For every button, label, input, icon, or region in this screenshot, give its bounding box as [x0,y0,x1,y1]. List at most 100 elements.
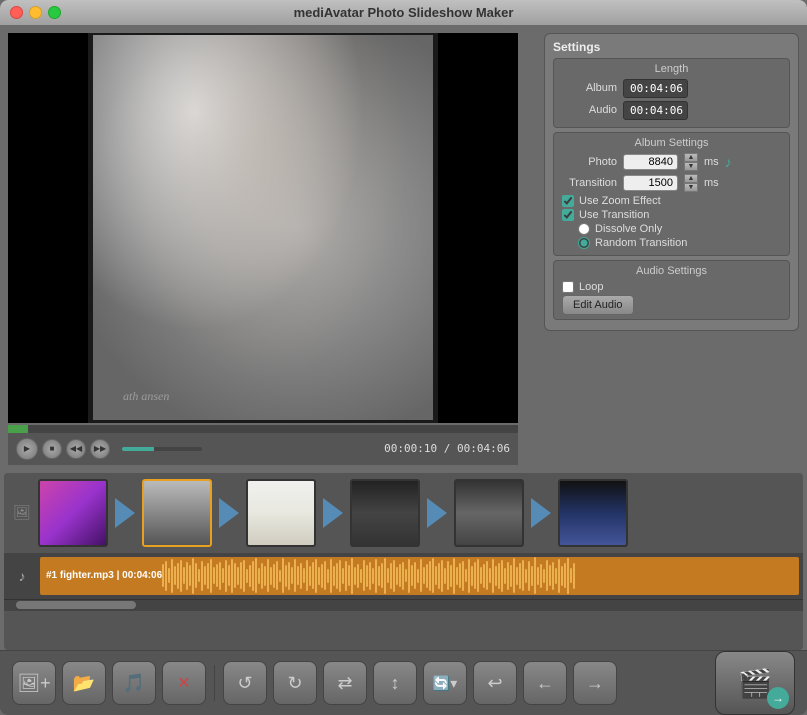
horizontal-scrollbar[interactable] [4,599,803,611]
arrow-4 [422,493,452,533]
audio-strip-icon: ♪ [8,557,36,595]
transition-down[interactable]: ▼ [684,183,698,192]
scroll-thumb[interactable] [16,601,136,609]
add-music-button[interactable]: 🎵 [112,661,156,705]
minimize-button[interactable] [29,6,42,19]
audio-label: Audio [562,104,617,116]
watermark: ath ansen [123,389,169,404]
prev-button[interactable]: ◀◀ [66,439,86,459]
transition-up[interactable]: ▲ [684,174,698,183]
dissolve-row: Dissolve Only [562,223,781,235]
thumbnail-strip: 🖼 [4,473,803,553]
export-badge: → [767,687,789,709]
arrow-5 [526,493,556,533]
thumbnail-5[interactable] [454,479,524,547]
photo-down[interactable]: ▼ [684,162,698,171]
transition-input[interactable] [623,175,678,191]
transport-bar: ▶ ■ ◀◀ ▶▶ 00:00:10 / 00:04:06 [8,433,518,465]
use-zoom-checkbox[interactable] [562,195,574,207]
loop-checkbox[interactable] [562,281,574,293]
use-transition-checkbox[interactable] [562,209,574,221]
dissolve-radio[interactable] [578,223,590,235]
prev-item-button[interactable]: ← [523,661,567,705]
edit-audio-button[interactable]: Edit Audio [562,295,634,315]
album-time: 00:04:06 [623,79,688,98]
audio-track[interactable]: #1 fighter.mp3 | 00:04:06 [40,557,799,595]
next-item-button[interactable]: → [573,661,617,705]
loop-icon: 🔄▾ [433,675,457,692]
audio-time: 00:04:06 [623,101,688,120]
transition-ms: ms [704,177,719,189]
left-panel: ath ansen ▶ ■ ◀◀ ▶▶ 00:00:10 / 00:04:06 [8,33,536,465]
delete-button[interactable]: ✕ [162,661,206,705]
undo-button[interactable]: ↩ [473,661,517,705]
next-icon: → [586,673,604,694]
add-photo-button[interactable]: 🖼+ [12,661,56,705]
title-bar: mediAvatar Photo Slideshow Maker [0,0,807,25]
audio-settings-title: Audio Settings [562,265,781,277]
prev-icon: ← [536,673,554,694]
rotate-left-button[interactable]: ↺ [223,661,267,705]
rotate-left-icon: ↺ [237,673,252,694]
transition-button[interactable]: ⇄ [323,661,367,705]
export-button[interactable]: 🎬 → [715,651,795,715]
random-row: Random Transition [562,237,781,249]
main-content: ath ansen ▶ ■ ◀◀ ▶▶ 00:00:10 / 00:04:06 [0,25,807,473]
toolbar-divider-1 [214,665,215,701]
thumbnail-1[interactable] [38,479,108,547]
photo-input[interactable] [623,154,678,170]
length-title: Length [562,63,781,75]
random-label: Random Transition [595,237,687,249]
open-folder-icon: 📂 [73,673,95,694]
audio-track-label: #1 fighter.mp3 | 00:04:06 [46,570,162,581]
arrow-1 [110,493,140,533]
right-panel: Settings Length Album 00:04:06 Audio 00:… [544,33,799,465]
maximize-button[interactable] [48,6,61,19]
volume-slider[interactable] [122,447,202,451]
random-radio[interactable] [578,237,590,249]
arrow-3 [318,493,348,533]
rotate-right-icon: ↻ [287,673,302,694]
time-display: 00:00:10 / 00:04:06 [384,442,510,455]
time-current: 00:00:10 [384,442,437,455]
use-transition-label: Use Transition [579,209,649,221]
video-preview: ath ansen [8,33,518,423]
photo-label: Photo [562,156,617,168]
waveform [162,557,793,595]
rotate-right-button[interactable]: ↻ [273,661,317,705]
stop-button[interactable]: ■ [42,439,62,459]
use-zoom-label: Use Zoom Effect [579,195,661,207]
album-settings-section: Album Settings Photo ▲ ▼ ms ♪ Transition [553,132,790,256]
transition-icon: ⇄ [337,673,352,694]
music-icon: ♪ [725,154,732,170]
flip-icon: ↕ [391,673,400,694]
close-button[interactable] [10,6,23,19]
photo-spinner: ▲ ▼ [684,153,698,171]
photo-strip-icon: 🖼 [8,483,36,543]
time-total: 00:04:06 [457,442,510,455]
album-settings-title: Album Settings [562,137,781,149]
timeline-area: 🖼 [4,473,803,650]
loop-btn[interactable]: 🔄▾ [423,661,467,705]
thumbnail-2[interactable] [142,479,212,547]
progress-bar-container[interactable] [8,425,518,433]
open-folder-button[interactable]: 📂 [62,661,106,705]
progress-bar [8,425,28,433]
loop-label: Loop [579,281,603,293]
transition-spinner: ▲ ▼ [684,174,698,192]
length-section: Length Album 00:04:06 Audio 00:04:06 [553,58,790,128]
thumbnail-3[interactable] [246,479,316,547]
thumbnail-4[interactable] [350,479,420,547]
delete-icon: ✕ [177,673,190,693]
play-button[interactable]: ▶ [16,438,38,460]
transition-row: Transition ▲ ▼ ms [562,174,781,192]
album-row: Album 00:04:06 [562,79,781,98]
window-title: mediAvatar Photo Slideshow Maker [294,5,514,20]
flip-button[interactable]: ↕ [373,661,417,705]
loop-row: Loop [562,281,781,293]
add-music-icon: 🎵 [123,673,145,694]
photo-up[interactable]: ▲ [684,153,698,162]
next-button[interactable]: ▶▶ [90,439,110,459]
main-window: mediAvatar Photo Slideshow Maker ath ans… [0,0,807,715]
thumbnail-6[interactable] [558,479,628,547]
